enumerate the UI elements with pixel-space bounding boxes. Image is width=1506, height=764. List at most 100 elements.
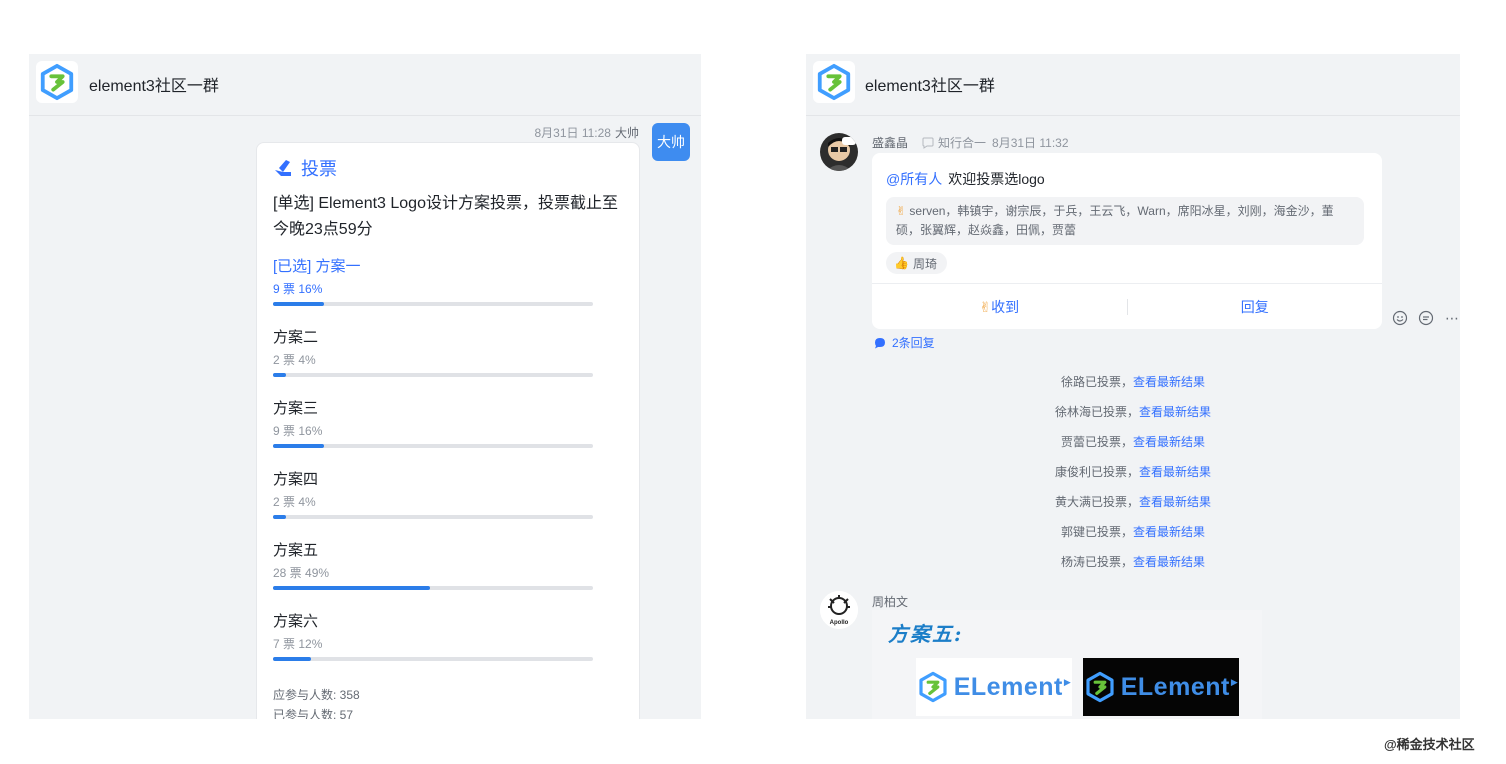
message-meta: 盛鑫晶 知行合一 8月31日 11:32 — [872, 134, 1069, 151]
vote-option[interactable]: 方案二 2 票 4% — [273, 327, 595, 377]
hand-ok-icon: ✌ — [979, 298, 992, 315]
vote-notice: 贾蕾已投票， — [1060, 435, 1133, 449]
vote-option[interactable]: 方案四 2 票 4% — [273, 469, 595, 519]
cartoon-avatar-icon — [820, 133, 858, 171]
option-name: 方案四 — [273, 471, 319, 488]
vote-option[interactable]: 方案五 28 票 49% — [273, 540, 595, 590]
system-message: 康俊利已投票，查看最新结果 — [806, 463, 1460, 480]
vote-option[interactable]: 方案六 7 票 12% — [273, 611, 595, 661]
option-name: 方案六 — [273, 613, 319, 630]
sender-name[interactable]: 盛鑫晶 — [872, 134, 908, 151]
message-toolbar: ⋯ — [1390, 308, 1460, 328]
vote-option[interactable]: 方案三 9 票 16% — [273, 398, 595, 448]
option-name: 方案三 — [273, 400, 319, 417]
progress-bar — [273, 586, 593, 590]
message-actions: ✌收到 回复 — [872, 283, 1382, 329]
reply-count-link[interactable]: 2条回复 — [874, 334, 935, 351]
avatar[interactable] — [820, 133, 858, 171]
vote-notice: 黄大满已投票， — [1054, 495, 1139, 509]
left-chat-window: element3社区一群 8月31日 11:28 大帅 大帅 投票 [单选] El… — [29, 54, 701, 719]
option-stat: 9 票 16% — [273, 424, 323, 438]
message-meta: 8月31日 11:28 大帅 — [534, 124, 639, 141]
option-name: 方案五 — [273, 542, 319, 559]
option-stat: 2 票 4% — [273, 495, 316, 509]
avatar[interactable]: 大帅 — [652, 123, 690, 161]
logo-light-tile: ELement▶ — [916, 658, 1072, 716]
received-button[interactable]: ✌收到 — [872, 297, 1127, 317]
logo-text: ELement▶ — [1120, 672, 1239, 701]
progress-fill — [273, 444, 325, 448]
image-title: 方案五: — [888, 622, 964, 646]
system-message: 贾蕾已投票，查看最新结果 — [806, 433, 1460, 450]
view-result-link[interactable]: 查看最新结果 — [1139, 405, 1211, 419]
chat-header: element3社区一群 — [29, 54, 701, 116]
progress-bar — [273, 373, 593, 377]
group-avatar[interactable] — [813, 61, 855, 103]
progress-fill — [273, 657, 312, 661]
reply-thread-icon[interactable] — [1416, 308, 1436, 328]
right-chat-window: element3社区一群 盛鑫晶 知行合一 8月31日 11:32 @所有人 欢迎… — [806, 54, 1460, 719]
group-title: element3社区一群 — [89, 78, 219, 95]
vote-heading: 投票 — [273, 155, 337, 181]
element-logo-icon — [817, 63, 851, 101]
message-time: 8月31日 11:28 — [534, 126, 611, 140]
vote-notice: 徐林海已投票， — [1054, 405, 1139, 419]
avatar[interactable]: Apollo — [820, 591, 858, 629]
image-message[interactable]: 方案五: ELement▶ ELement▶ — [872, 610, 1262, 719]
group-title: element3社区一群 — [865, 78, 995, 95]
participated-count: 已参与人数: 57 — [273, 708, 354, 719]
sender-name[interactable]: 周柏文 — [872, 593, 908, 610]
mention-all[interactable]: @所有人 — [886, 171, 942, 187]
view-result-link[interactable]: 查看最新结果 — [1133, 435, 1205, 449]
vote-card: 投票 [单选] Element3 Logo设计方案投票，投票截止至今晚23点59… — [256, 142, 640, 719]
message-text: @所有人 欢迎投票选logo — [886, 171, 1045, 187]
system-message: 徐林海已投票，查看最新结果 — [806, 403, 1460, 420]
reply-button[interactable]: 回复 — [1128, 297, 1383, 317]
avatar-label: Apollo — [829, 620, 849, 626]
logo-text: ELement▶ — [953, 672, 1072, 701]
system-message: 徐路已投票，查看最新结果 — [806, 373, 1460, 390]
progress-bar — [273, 515, 593, 519]
view-result-link[interactable]: 查看最新结果 — [1133, 375, 1205, 389]
view-result-link[interactable]: 查看最新结果 — [1139, 465, 1211, 479]
emoji-icon[interactable] — [1390, 308, 1410, 328]
message-time: 8月31日 11:32 — [992, 136, 1069, 150]
logo-dark-tile: ELement▶ — [1083, 658, 1239, 716]
view-result-link[interactable]: 查看最新结果 — [1133, 555, 1205, 569]
view-result-link[interactable]: 查看最新结果 — [1133, 525, 1205, 539]
hand-ok-icon: ✌ — [896, 204, 907, 218]
progress-bar — [273, 657, 593, 661]
group-avatar[interactable] — [36, 61, 78, 103]
element-logo-icon — [40, 63, 74, 101]
progress-fill — [273, 515, 286, 519]
sender-signature: 知行合一 — [938, 136, 987, 150]
option-stat: 9 票 16% — [273, 282, 323, 296]
system-message: 杨涛已投票，查看最新结果 — [806, 553, 1460, 570]
vote-notice: 杨涛已投票， — [1060, 555, 1133, 569]
sender-name[interactable]: 大帅 — [615, 126, 639, 140]
vote-question: [单选] Element3 Logo设计方案投票，投票截止至今晚23点59分 — [273, 195, 618, 238]
more-icon[interactable]: ⋯ — [1442, 308, 1460, 328]
element-logo-icon — [919, 671, 947, 703]
option-stat: 28 票 49% — [273, 566, 330, 580]
reaction-list[interactable]: ✌ serven，韩镇宇，谢宗辰，于兵，王云飞，Warn，席阳冰星，刘刚，海金沙… — [886, 197, 1364, 245]
vote-totals: 应参与人数: 358 已参与人数: 57 — [273, 685, 360, 719]
reaction-chip[interactable]: 👍 周琦 — [886, 252, 947, 274]
thumbs-up-icon: 👍 — [894, 256, 909, 270]
vote-notice: 康俊利已投票， — [1054, 465, 1139, 479]
system-message: 黄大满已投票，查看最新结果 — [806, 493, 1460, 510]
vote-check-icon — [275, 160, 291, 176]
view-result-link[interactable]: 查看最新结果 — [1139, 495, 1211, 509]
chat-bubble-icon — [875, 337, 885, 348]
chat-bubble-icon — [922, 137, 934, 149]
progress-bar — [273, 302, 593, 306]
progress-fill — [273, 586, 430, 590]
vote-option[interactable]: [已选] 方案一 9 票 16% — [273, 256, 595, 306]
progress-bar — [273, 444, 593, 448]
progress-fill — [273, 373, 286, 377]
watermark: @稀金技术社区 — [1384, 737, 1475, 752]
progress-fill — [273, 302, 325, 306]
option-name: [已选] 方案一 — [273, 258, 361, 275]
vote-notice: 徐路已投票， — [1060, 375, 1133, 389]
element-logo-icon — [1086, 671, 1114, 703]
